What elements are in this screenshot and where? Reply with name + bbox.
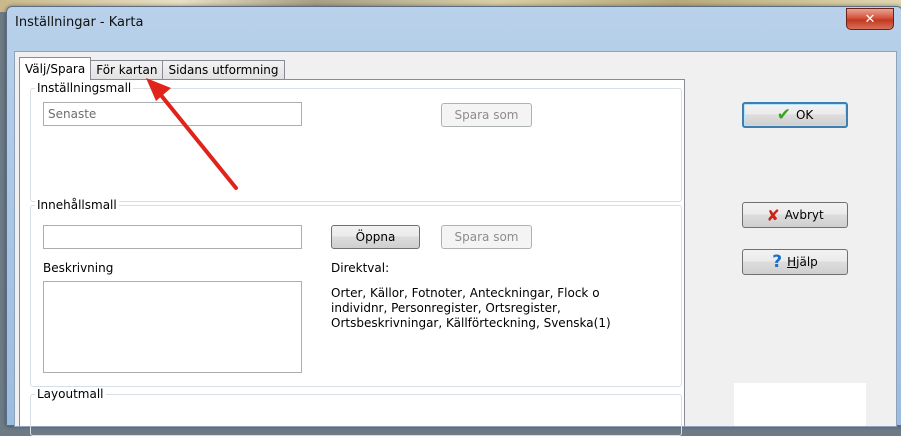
annotation-arrow-icon — [146, 78, 238, 190]
tab-valj-spara[interactable]: Välj/Spara — [19, 57, 92, 80]
